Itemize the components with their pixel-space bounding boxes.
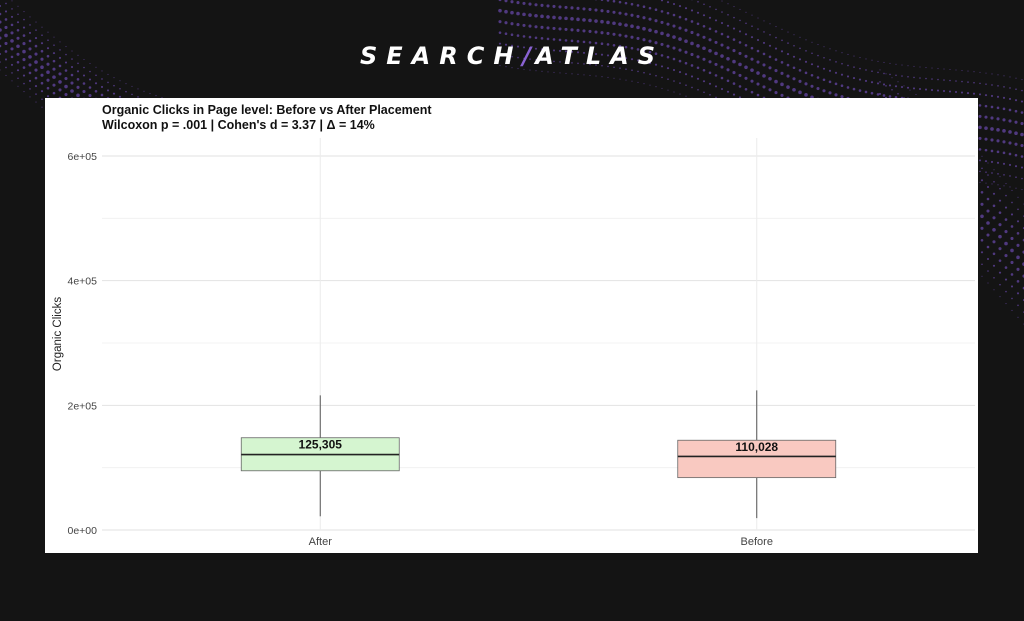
- mean-label: 110,028: [735, 440, 778, 454]
- box-plot: 0e+00 2e+05 4e+05 6e+05 Organic Clicks 125,30…: [52, 138, 975, 548]
- y-tick-label: 2e+05: [68, 400, 98, 412]
- search-atlas-logo: SEARCH/ATLAS: [0, 42, 1024, 70]
- x-tick-label: After: [309, 536, 333, 548]
- y-axis-label: Organic Clicks: [52, 297, 64, 371]
- chart-panel: Organic Clicks in Page level: Before vs …: [45, 98, 978, 553]
- y-tick-label: 4e+05: [68, 276, 98, 288]
- x-tick-label: Before: [741, 536, 773, 548]
- logo-slash: /: [522, 42, 536, 70]
- logo-text-left: SEARCH: [359, 42, 523, 70]
- mean-label: 125,305: [299, 438, 343, 452]
- y-tick-label: 0e+00: [68, 525, 98, 537]
- logo-text-right: ATLAS: [535, 42, 664, 70]
- y-tick-label: 6e+05: [68, 151, 98, 163]
